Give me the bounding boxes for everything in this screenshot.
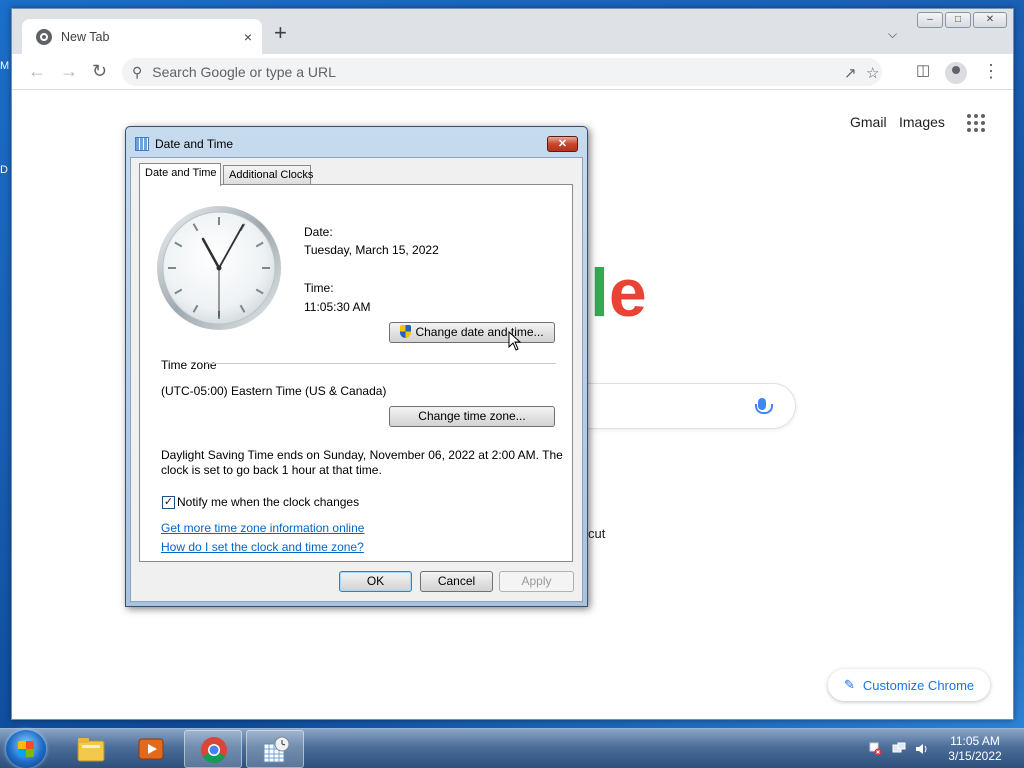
tab-search-chevron-icon[interactable]: ⌵ — [888, 27, 897, 42]
dialog-title: Date and Time — [155, 137, 234, 151]
volume-icon[interactable] — [915, 742, 929, 756]
timezone-value: (UTC-05:00) Eastern Time (US & Canada) — [161, 384, 387, 398]
tab-strip: New Tab × + ⌵ – □ ✕ — [12, 9, 1013, 54]
side-panel-icon[interactable]: ◫ — [916, 62, 930, 80]
close-window-button[interactable]: ✕ — [973, 12, 1007, 28]
tab-title: New Tab — [61, 29, 110, 44]
desktop-icon-label[interactable]: D — [0, 164, 8, 176]
system-clock-time: 11:05 AM — [950, 734, 1000, 748]
back-arrow-icon[interactable]: ← — [28, 62, 46, 80]
file-explorer-icon — [77, 738, 105, 762]
desktop-icon-label[interactable]: M — [0, 60, 9, 72]
omnibox[interactable]: ⚲ Search Google or type a URL ↗ ☆ — [122, 58, 882, 86]
dialog-body: Date and Time Additional Clocks Date: Tu… — [130, 157, 583, 602]
timezone-separator — [208, 363, 556, 364]
change-time-zone-button[interactable]: Change time zone... — [389, 406, 555, 427]
omnibox-placeholder: Search Google or type a URL — [152, 64, 336, 80]
dst-notice-line-1: Daylight Saving Time ends on Sunday, Nov… — [161, 448, 563, 462]
tab-additional-clocks[interactable]: Additional Clocks — [223, 165, 313, 185]
action-center-flag-icon[interactable] — [868, 742, 882, 756]
taskbar-chrome[interactable] — [184, 730, 242, 768]
profile-avatar-icon[interactable] — [945, 62, 967, 84]
chrome-favicon-icon — [36, 28, 52, 45]
date-time-icon — [263, 736, 290, 763]
tab-new-tab[interactable]: New Tab × — [22, 19, 262, 54]
time-value: 11:05:30 AM — [304, 300, 371, 314]
maximize-button[interactable]: □ — [945, 12, 971, 28]
timezone-heading: Time zone — [161, 358, 217, 372]
voice-search-mic-icon[interactable] — [755, 398, 773, 414]
uac-shield-icon — [400, 325, 412, 338]
system-clock[interactable]: 11:05 AM 3/15/2022 — [940, 734, 1010, 764]
how-to-set-clock-link[interactable]: How do I set the clock and time zone? — [161, 540, 364, 554]
customize-chrome-button[interactable]: ✎ Customize Chrome — [828, 669, 991, 701]
taskbar-media-player[interactable] — [122, 730, 180, 768]
network-icon[interactable] — [892, 742, 906, 756]
google-apps-icon[interactable] — [967, 114, 985, 132]
analog-clock-icon — [157, 206, 281, 330]
browser-toolbar: ← → ↻ ⚲ Search Google or type a URL ↗ ☆ … — [12, 54, 1013, 90]
new-tab-button[interactable]: + — [274, 22, 287, 44]
menu-kebab-icon[interactable]: ⋮ — [982, 62, 1000, 80]
notify-checkbox[interactable]: ✓ — [162, 496, 175, 509]
pencil-icon: ✎ — [844, 677, 855, 692]
date-time-app-icon — [135, 137, 149, 151]
chrome-icon — [201, 737, 227, 764]
shortcut-label-fragment[interactable]: cut — [588, 526, 605, 541]
dialog-close-button[interactable]: ✕ — [547, 136, 578, 152]
cancel-button[interactable]: Cancel — [420, 571, 493, 592]
minimize-button[interactable]: – — [917, 12, 943, 28]
taskbar-file-explorer[interactable] — [62, 730, 120, 768]
customize-chrome-label: Customize Chrome — [862, 677, 975, 693]
google-logo: le — [590, 255, 647, 331]
date-value: Tuesday, March 15, 2022 — [304, 243, 439, 257]
reload-icon[interactable]: ↻ — [92, 62, 107, 80]
time-label: Time: — [304, 281, 334, 295]
system-clock-date: 3/15/2022 — [948, 749, 1002, 763]
dst-notice-line-2: clock is set to go back 1 hour at that t… — [161, 463, 382, 477]
mouse-cursor-icon — [508, 331, 522, 351]
forward-arrow-icon[interactable]: → — [60, 62, 78, 80]
tab-date-and-time[interactable]: Date and Time — [139, 163, 221, 186]
bookmark-star-icon[interactable]: ☆ — [866, 64, 879, 82]
gmail-link[interactable]: Gmail — [850, 114, 887, 130]
taskbar-date-time[interactable] — [246, 730, 304, 768]
date-label: Date: — [304, 225, 333, 239]
change-date-time-button[interactable]: Change date and time... — [389, 322, 555, 343]
start-button-windows-icon[interactable] — [6, 730, 46, 768]
search-icon: ⚲ — [132, 63, 143, 80]
date-time-tab-panel: Date: Tuesday, March 15, 2022 Time: 11:0… — [139, 184, 573, 562]
share-icon[interactable]: ↗ — [844, 64, 857, 82]
date-time-dialog: Date and Time ✕ Date and Time Additional… — [125, 126, 588, 607]
notify-label[interactable]: Notify me when the clock changes — [177, 495, 359, 509]
images-link[interactable]: Images — [899, 114, 945, 130]
apply-button[interactable]: Apply — [499, 571, 574, 592]
taskbar: 11:05 AM 3/15/2022 — [0, 728, 1024, 768]
ok-button[interactable]: OK — [339, 571, 412, 592]
time-zone-info-link[interactable]: Get more time zone information online — [161, 521, 364, 535]
tab-close-icon[interactable]: × — [244, 29, 252, 45]
media-player-icon — [138, 738, 164, 760]
